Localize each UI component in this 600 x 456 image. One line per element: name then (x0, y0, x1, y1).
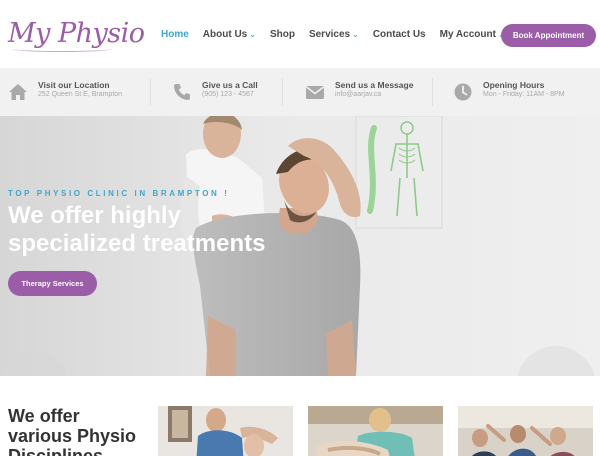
chevron-down-icon: ⌄ (249, 30, 256, 39)
divider (150, 78, 151, 106)
discipline-card[interactable] (458, 406, 593, 456)
nav-label: Home (161, 29, 189, 40)
hero-banner: TOP PHYSIO CLINIC IN BRAMPTON ! We offer… (0, 116, 600, 376)
info-title: Send us a Message (335, 80, 414, 90)
discipline-card[interactable] (308, 406, 443, 456)
therapy-services-button[interactable]: Therapy Services (8, 271, 97, 296)
nav-label: Shop (269, 29, 295, 40)
hero-eyebrow: TOP PHYSIO CLINIC IN BRAMPTON ! (8, 189, 230, 198)
logo-swash (12, 46, 112, 52)
heading-text: various Physio Disciplines (8, 426, 137, 456)
home-icon (9, 84, 27, 100)
info-title: Give us a Call (202, 80, 258, 90)
nav-item-services[interactable]: Services ⌄ (309, 29, 359, 40)
anatomy-chart (355, 116, 443, 229)
main-nav: Home About Us ⌄ Shop Services ⌄ Contact … (161, 29, 519, 40)
book-appointment-button[interactable]: Book Appointment (501, 24, 596, 47)
discipline-card[interactable] (158, 406, 293, 456)
discipline-card-image (458, 406, 593, 456)
nav-item-contact-us[interactable]: Contact Us (373, 29, 426, 40)
heading-bold-text: offer (39, 406, 80, 426)
logo-text: My Physio (8, 18, 145, 49)
envelope-icon (306, 86, 324, 99)
nav-label: My Account (439, 29, 496, 40)
disciplines-section: We offer various Physio Disciplines (0, 376, 600, 456)
disciplines-heading: We offer various Physio Disciplines (8, 406, 158, 456)
nav-item-about-us[interactable]: About Us ⌄ (203, 29, 256, 40)
hero-title: We offer highly specialized treatments (8, 202, 266, 257)
nav-item-shop[interactable]: Shop (270, 29, 295, 40)
contact-info-bar: Visit our Location 252 Queen St E, Bramp… (0, 68, 600, 116)
decor-bump (517, 346, 595, 376)
info-address: 252 Queen St E, Brampton (38, 91, 123, 98)
info-email-address[interactable]: info@aarjav.ca (335, 91, 381, 98)
heading-text: We (8, 406, 40, 426)
nav-label: Contact Us (372, 29, 426, 40)
info-hours-text: Mon - Friday: 11AM - 8PM (483, 91, 565, 98)
phone-icon (174, 84, 190, 100)
nav-label: About Us (202, 29, 248, 40)
divider (282, 78, 283, 106)
decor-bump (0, 350, 68, 376)
info-phone-number[interactable]: (905) 123 - 4567 (202, 91, 254, 98)
divider (432, 78, 433, 106)
info-title: Visit our Location (38, 80, 110, 90)
discipline-card-image (158, 406, 293, 456)
clock-icon (454, 83, 472, 101)
site-header: My Physio Home About Us ⌄ Shop Services … (0, 0, 600, 68)
logo[interactable]: My Physio (8, 18, 145, 52)
nav-label: Services (308, 29, 351, 40)
nav-item-home[interactable]: Home (161, 29, 189, 40)
discipline-card-image (308, 406, 443, 456)
nav-item-my-account[interactable]: My Account ⌄ (440, 29, 505, 40)
info-title: Opening Hours (483, 80, 545, 90)
chevron-down-icon: ⌄ (352, 30, 359, 39)
